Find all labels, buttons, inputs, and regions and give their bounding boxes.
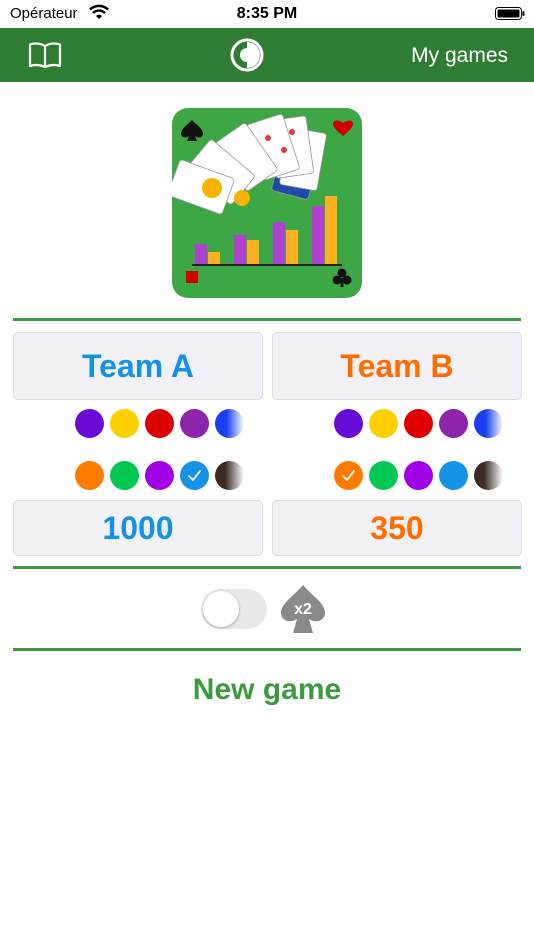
team-b-color-blue[interactable] bbox=[439, 461, 468, 490]
divider bbox=[13, 566, 521, 569]
my-games-button[interactable]: My games bbox=[411, 44, 508, 68]
team-b-score: 350 bbox=[370, 510, 424, 546]
team-b-score-field[interactable]: 350 bbox=[272, 500, 522, 556]
toggle-knob bbox=[203, 591, 239, 627]
team-b-color-magenta[interactable] bbox=[404, 461, 433, 490]
new-game-button[interactable]: New game bbox=[0, 673, 534, 707]
team-a-color-orange[interactable] bbox=[75, 461, 104, 490]
team-b-name-field[interactable]: Team B bbox=[272, 332, 522, 400]
team-b-color-red[interactable] bbox=[404, 409, 433, 438]
divider bbox=[13, 318, 521, 321]
team-a-color-green[interactable] bbox=[110, 461, 139, 490]
divider bbox=[13, 648, 521, 651]
team-a-color-blue-gradient[interactable] bbox=[215, 409, 244, 438]
x2-badge: x2 bbox=[294, 601, 312, 618]
book-icon[interactable] bbox=[28, 41, 62, 69]
team-b-name: Team B bbox=[340, 348, 454, 384]
team-a-color-violet[interactable] bbox=[180, 409, 209, 438]
team-a-color-magenta[interactable] bbox=[145, 461, 174, 490]
team-a-score-field[interactable]: 1000 bbox=[13, 500, 263, 556]
team-a-color-purple[interactable] bbox=[75, 409, 104, 438]
checkmark-icon bbox=[342, 470, 355, 481]
checkmark-icon bbox=[188, 470, 201, 481]
card-game-illustration bbox=[172, 108, 362, 298]
team-b-color-violet[interactable] bbox=[439, 409, 468, 438]
team-b-color-blue-gradient[interactable] bbox=[474, 409, 503, 438]
clock: 8:35 PM bbox=[236, 5, 298, 22]
team-b-color-brown-gradient[interactable] bbox=[474, 461, 503, 490]
team-a-name: Team A bbox=[81, 348, 195, 384]
spade-icon: x2 bbox=[281, 585, 325, 633]
team-a-score: 1000 bbox=[102, 510, 174, 546]
team-b-color-green[interactable] bbox=[369, 461, 398, 490]
team-a-color-red[interactable] bbox=[145, 409, 174, 438]
app-logo-icon[interactable] bbox=[229, 37, 265, 73]
team-a-color-brown-gradient[interactable] bbox=[215, 461, 244, 490]
team-b-color-purple[interactable] bbox=[334, 409, 363, 438]
team-a-color-yellow[interactable] bbox=[110, 409, 139, 438]
battery-icon bbox=[495, 7, 525, 20]
status-bar: Opérateur 8:35 PM bbox=[0, 0, 534, 28]
team-b-color-orange-selected[interactable] bbox=[334, 461, 363, 490]
team-a-color-blue-selected[interactable] bbox=[180, 461, 209, 490]
double-score-toggle[interactable] bbox=[201, 589, 267, 629]
team-a-name-field[interactable]: Team A bbox=[13, 332, 263, 400]
team-b-color-yellow[interactable] bbox=[369, 409, 398, 438]
nav-bar: My games bbox=[0, 28, 534, 82]
